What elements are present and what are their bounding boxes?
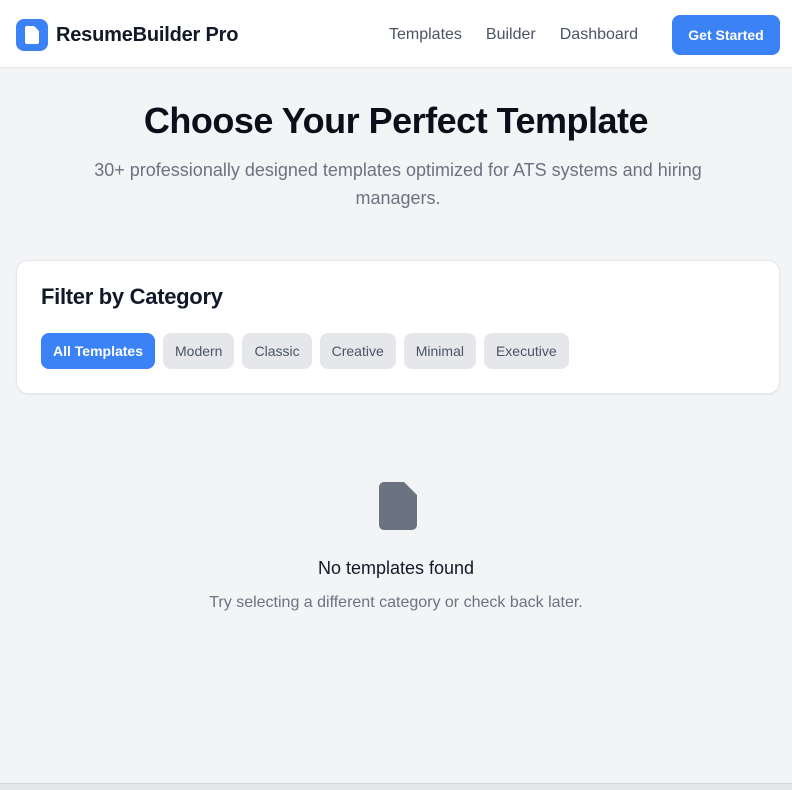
top-navbar: ResumeBuilder Pro Templates Builder Dash… <box>0 0 792 68</box>
category-chip-all-templates[interactable]: All Templates <box>41 333 155 369</box>
category-chip-modern[interactable]: Modern <box>163 333 235 369</box>
empty-state-title: No templates found <box>317 558 475 578</box>
category-chip-classic[interactable]: Classic <box>242 333 312 369</box>
get-started-button[interactable]: Get Started <box>672 15 780 55</box>
category-chip-group: All Templates Modern Classic Creative Mi… <box>41 333 577 369</box>
page: ResumeBuilder Pro Templates Builder Dash… <box>0 0 792 790</box>
category-chip-minimal[interactable]: Minimal <box>403 333 476 369</box>
filter-title: Filter by Category <box>41 284 223 309</box>
nav-link-templates[interactable]: Templates <box>389 25 462 45</box>
brand-name: ResumeBuilder Pro <box>56 23 239 46</box>
category-filter-card: Filter by Category All Templates Modern … <box>16 260 780 394</box>
nav-link-dashboard[interactable]: Dashboard <box>560 25 638 45</box>
footer-divider <box>0 783 792 790</box>
document-icon <box>379 482 417 530</box>
category-chip-executive[interactable]: Executive <box>483 333 569 369</box>
nav-link-builder[interactable]: Builder <box>486 25 536 45</box>
category-chip-creative[interactable]: Creative <box>319 333 396 369</box>
page-subtitle: 30+ professionally designed templates op… <box>94 160 702 208</box>
page-title: Choose Your Perfect Template <box>143 100 649 141</box>
brand-logo-link[interactable]: ResumeBuilder Pro <box>16 19 238 51</box>
document-icon <box>16 19 48 51</box>
empty-state-message: Try selecting a different category or ch… <box>209 594 583 611</box>
main-nav: Templates Builder Dashboard <box>389 25 638 45</box>
